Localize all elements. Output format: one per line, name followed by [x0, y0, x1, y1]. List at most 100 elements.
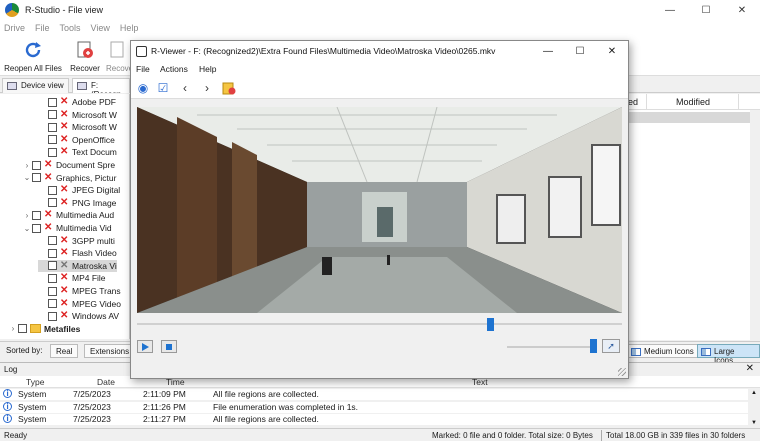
reopen-all-files-button[interactable]: Reopen All Files — [4, 40, 62, 74]
log-cell-text: All file regions are collected. — [213, 414, 319, 424]
viewer-minimize-button[interactable]: — — [532, 41, 564, 62]
next-arrow-icon[interactable]: › — [199, 80, 215, 96]
log-scrollbar[interactable]: ▲ ▼ — [748, 388, 760, 428]
log-row[interactable]: i System 7/25/2023 2:11:27 PM All file regio… — [0, 414, 748, 425]
tree-checkbox[interactable] — [48, 236, 57, 246]
tree-checkbox[interactable] — [32, 173, 41, 183]
viewer-menu-actions[interactable]: Actions — [160, 64, 188, 74]
tree-checkbox[interactable] — [48, 261, 57, 271]
menu-view[interactable]: View — [91, 23, 110, 33]
log-col-date[interactable]: Date — [97, 377, 115, 387]
pin-icon[interactable]: ➚ — [602, 339, 620, 353]
close-button[interactable]: ✕ — [724, 0, 760, 20]
tree-item[interactable]: ✕ OpenOffice — [38, 134, 115, 146]
resize-grip[interactable] — [618, 368, 626, 376]
log-row[interactable]: i System 7/25/2023 2:11:26 PM File enumerati… — [0, 401, 748, 413]
recover-button[interactable]: Recover — [68, 40, 102, 74]
viewer-menubar: File Actions Help — [131, 62, 628, 77]
video-frame[interactable] — [137, 107, 622, 313]
previous-arrow-icon[interactable]: ‹ — [177, 80, 193, 96]
tree-item[interactable]: ✕ Adobe PDF — [38, 96, 116, 108]
tree-checkbox[interactable] — [48, 185, 57, 195]
menu-tools[interactable]: Tools — [60, 23, 81, 33]
expand-icon[interactable]: › — [8, 324, 18, 333]
recover-marked-button[interactable]: Recove — [106, 40, 130, 74]
tree-checkbox[interactable] — [48, 299, 57, 309]
large-icons-button[interactable]: Large Icons — [697, 344, 760, 365]
log-col-type[interactable]: Type — [26, 377, 44, 387]
maximize-button[interactable]: ☐ — [688, 0, 724, 20]
volume-thumb[interactable] — [590, 339, 597, 353]
r-viewer-window: R-Viewer - F: (Recognized2)\Extra Found … — [130, 40, 629, 379]
mark-checkbox-icon[interactable]: ☑ — [155, 80, 171, 96]
tree-item[interactable]: ✕ MP4 File — [38, 272, 106, 284]
info-icon: i — [3, 389, 12, 398]
menu-drive[interactable]: Drive — [4, 23, 25, 33]
tree-checkbox[interactable] — [48, 122, 57, 132]
tree-checkbox[interactable] — [48, 198, 57, 208]
menu-file[interactable]: File — [35, 23, 50, 33]
tree-checkbox[interactable] — [32, 223, 41, 233]
volume-track[interactable] — [507, 346, 592, 348]
locate-icon[interactable]: ◉ — [135, 80, 151, 96]
tree-item[interactable]: ✕ Microsoft W — [38, 121, 117, 133]
tree-item[interactable]: › Metafiles — [8, 323, 81, 335]
expand-icon[interactable]: › — [22, 161, 32, 170]
tree-item[interactable]: ✕ MPEG Trans — [38, 285, 121, 297]
tree-checkbox[interactable] — [48, 286, 57, 296]
minimize-button[interactable]: — — [652, 0, 688, 20]
selected-file-row[interactable] — [628, 112, 750, 123]
viewer-menu-help[interactable]: Help — [199, 64, 216, 74]
log-cell-date: 7/25/2023 — [73, 401, 111, 412]
tree-checkbox[interactable] — [48, 147, 57, 157]
expand-icon[interactable]: › — [22, 211, 32, 220]
device-icon — [7, 82, 17, 90]
tree-item[interactable]: ✕ Matroska Vi — [38, 259, 117, 272]
tree-checkbox[interactable] — [32, 210, 41, 220]
sort-extensions-button[interactable]: Extensions — [84, 344, 136, 358]
deleted-mark-icon: ✕ — [44, 171, 53, 183]
tree-item[interactable]: ✕ JPEG Digital — [38, 184, 120, 196]
tree-item[interactable]: › ✕ Multimedia Aud — [22, 209, 114, 221]
tree-checkbox[interactable] — [18, 324, 27, 334]
seek-track[interactable] — [137, 323, 622, 325]
log-row[interactable]: i System 7/25/2023 2:11:09 PM All file regio… — [0, 389, 748, 400]
tree-checkbox[interactable] — [48, 97, 57, 107]
column-header-modified[interactable]: Modified — [676, 97, 710, 107]
menu-help[interactable]: Help — [120, 23, 139, 33]
tree-checkbox[interactable] — [48, 110, 57, 120]
collapse-icon[interactable]: ⌄ — [22, 224, 32, 233]
tab-file-view[interactable]: F: (Recogn — [72, 78, 130, 93]
column-header-partial[interactable]: ed — [628, 97, 638, 107]
tree-item[interactable]: › ✕ Document Spre — [22, 159, 115, 171]
play-button[interactable] — [137, 340, 153, 353]
seek-thumb[interactable] — [487, 318, 494, 331]
recover-file-icon[interactable] — [221, 80, 237, 96]
collapse-icon[interactable]: ⌄ — [22, 173, 32, 182]
medium-icons-button[interactable]: Medium Icons — [627, 344, 699, 358]
tree-checkbox[interactable] — [48, 248, 57, 258]
viewer-close-button[interactable]: ✕ — [596, 41, 628, 62]
viewer-menu-file[interactable]: File — [136, 64, 150, 74]
tree-item[interactable]: ✕ 3GPP multi — [38, 235, 115, 247]
tab-device-view[interactable]: Device view — [2, 78, 69, 93]
tree-checkbox[interactable] — [48, 273, 57, 283]
tree-item[interactable]: ✕ Flash Video — [38, 247, 117, 259]
file-list[interactable] — [628, 110, 760, 340]
viewer-maximize-button[interactable]: ☐ — [564, 41, 596, 62]
file-list-scrollbar[interactable] — [750, 110, 760, 340]
tree-item[interactable]: ✕ Microsoft W — [38, 109, 117, 121]
tree-item[interactable]: ✕ MPEG Video — [38, 298, 121, 310]
sort-real-button[interactable]: Real — [50, 344, 79, 358]
tree-item[interactable]: ✕ Windows AV — [38, 310, 119, 322]
tree-checkbox[interactable] — [32, 160, 41, 170]
tree-item[interactable]: ⌄ ✕ Multimedia Vid — [22, 222, 112, 234]
log-cell-text: All file regions are collected. — [213, 389, 319, 399]
tree-item[interactable]: ⌄ ✕ Graphics, Pictur — [22, 171, 117, 184]
tree-item[interactable]: ✕ PNG Image — [38, 197, 116, 209]
stop-button[interactable] — [161, 340, 177, 353]
tree-checkbox[interactable] — [48, 135, 57, 145]
tree-checkbox[interactable] — [48, 311, 57, 321]
tree-item[interactable]: ✕ Text Docum — [38, 146, 117, 158]
log-close-icon[interactable]: ✕ — [746, 363, 754, 374]
